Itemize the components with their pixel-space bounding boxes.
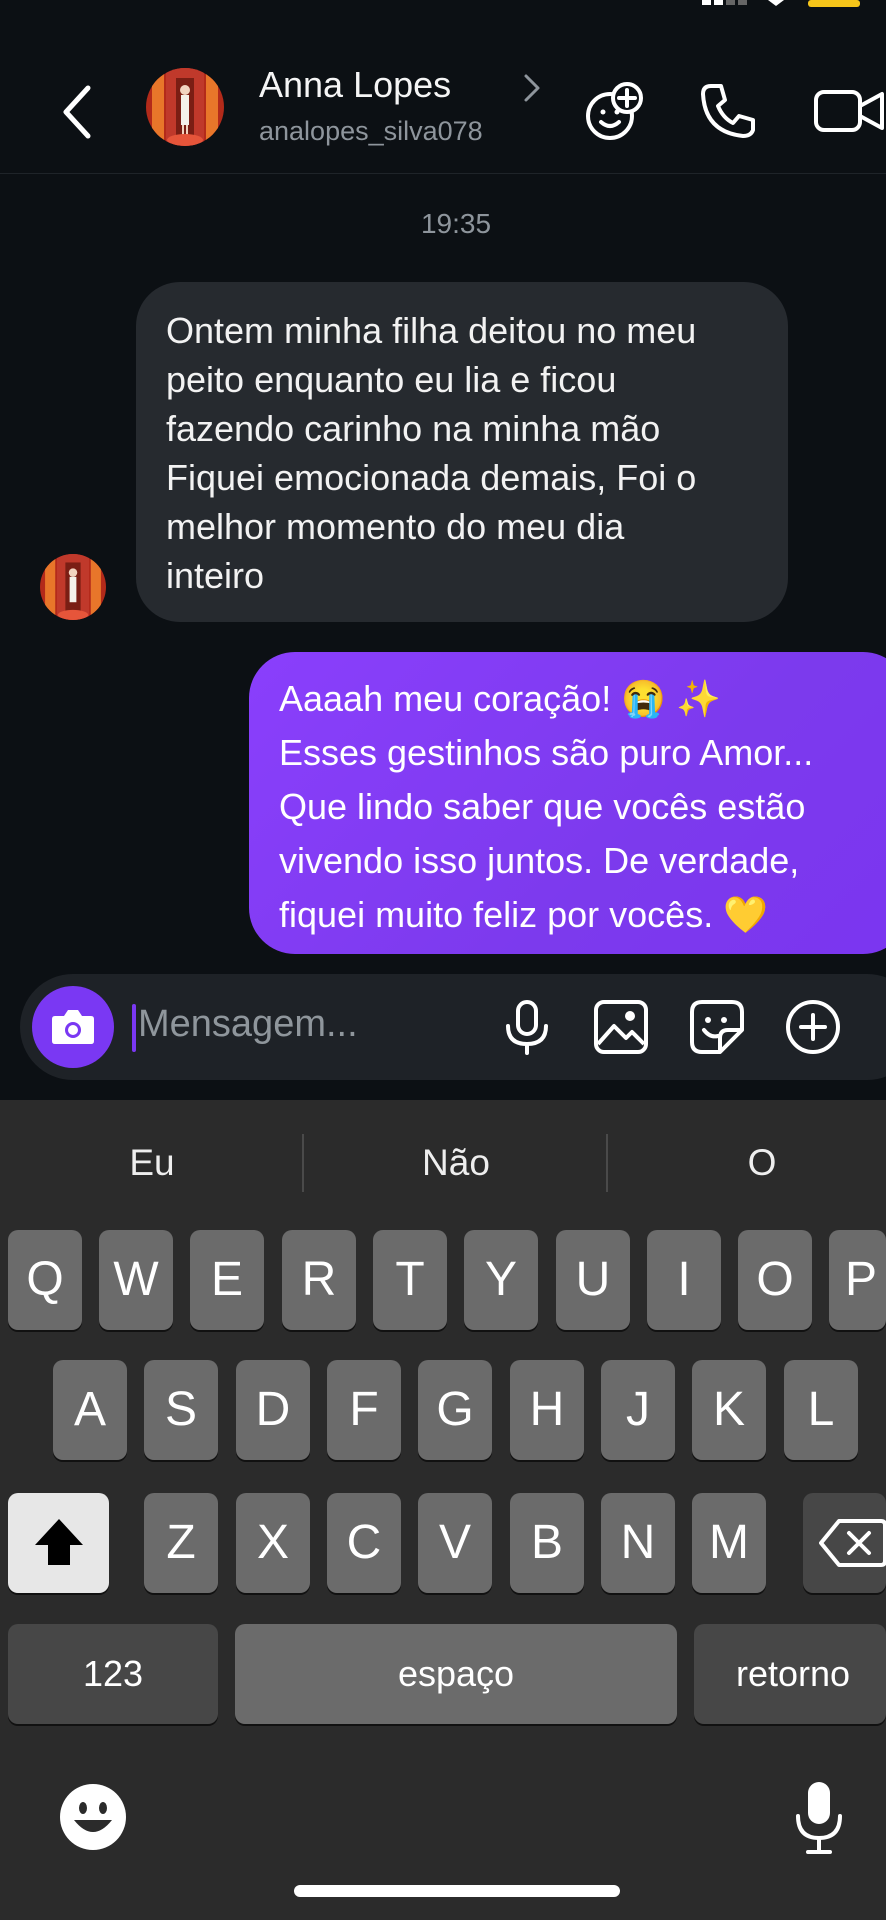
outgoing-message-bubble[interactable]: Aaaah meu coração! 😭 ✨ Esses gestinhos s… — [249, 652, 886, 954]
status-icons — [702, 0, 860, 7]
key-x[interactable]: X — [236, 1493, 310, 1593]
key-f[interactable]: F — [327, 1360, 401, 1460]
camera-button[interactable] — [32, 986, 114, 1068]
profile-photo — [146, 68, 224, 146]
suggestion-divider — [606, 1134, 608, 1192]
key-b[interactable]: B — [510, 1493, 584, 1593]
shift-key[interactable] — [8, 1493, 109, 1593]
home-indicator[interactable] — [294, 1885, 620, 1897]
more-options-button[interactable] — [784, 998, 842, 1056]
key-j[interactable]: J — [601, 1360, 675, 1460]
dictation-button[interactable] — [790, 1780, 848, 1856]
video-call-button[interactable] — [810, 76, 886, 146]
message-line: melhor momento do meu dia — [166, 506, 625, 547]
backspace-icon — [819, 1519, 886, 1567]
key-v[interactable]: V — [418, 1493, 492, 1593]
voice-call-button[interactable] — [693, 76, 763, 146]
message-line: Fiquei emocionada demais, Foi o — [166, 457, 697, 498]
text-caret — [132, 1004, 136, 1052]
key-o[interactable]: O — [738, 1230, 812, 1330]
space-key[interactable]: espaço — [235, 1624, 677, 1724]
key-q[interactable]: Q — [8, 1230, 82, 1330]
camera-icon — [52, 1010, 94, 1044]
key-a[interactable]: A — [53, 1360, 127, 1460]
message-composer: Mensagem... — [20, 974, 886, 1080]
profile-chevron[interactable] — [520, 70, 544, 106]
face-plus-icon — [586, 82, 643, 140]
sticker-button[interactable] — [688, 998, 746, 1056]
microphone-icon — [796, 1782, 842, 1854]
key-m[interactable]: M — [692, 1493, 766, 1593]
status-bar — [0, 0, 886, 20]
image-icon — [594, 1000, 648, 1054]
chevron-right-icon — [524, 74, 540, 102]
key-r[interactable]: R — [282, 1230, 356, 1330]
key-u[interactable]: U — [556, 1230, 630, 1330]
key-s[interactable]: S — [144, 1360, 218, 1460]
keyboard: Eu Não O Q W E R T Y U I O P A S D F G H… — [0, 1100, 886, 1920]
numbers-key[interactable]: 123 — [8, 1624, 218, 1724]
message-line: fazendo carinho na minha mão — [166, 408, 661, 449]
message-input[interactable]: Mensagem... — [138, 1003, 358, 1046]
key-d[interactable]: D — [236, 1360, 310, 1460]
shift-arrow-icon — [34, 1519, 83, 1565]
chat-header: Anna Lopes analopes_silva078 — [0, 20, 886, 174]
add-sticker-effect-button[interactable] — [580, 76, 650, 146]
key-h[interactable]: H — [510, 1360, 584, 1460]
sticker-icon — [690, 1000, 744, 1054]
suggestion-2[interactable]: Não — [306, 1142, 606, 1184]
voice-message-button[interactable] — [498, 998, 556, 1056]
key-i[interactable]: I — [647, 1230, 721, 1330]
key-z[interactable]: Z — [144, 1493, 218, 1593]
backspace-key[interactable] — [803, 1493, 886, 1593]
message-line: Esses gestinhos são puro Amor... — [279, 732, 814, 773]
key-p[interactable]: P — [829, 1230, 886, 1330]
sender-avatar[interactable] — [40, 554, 106, 620]
plus-circle-icon — [786, 1000, 840, 1054]
key-g[interactable]: G — [418, 1360, 492, 1460]
gallery-button[interactable] — [592, 998, 650, 1056]
back-button[interactable] — [58, 82, 98, 142]
phone-icon — [701, 84, 755, 138]
key-y[interactable]: Y — [464, 1230, 538, 1330]
return-key[interactable]: retorno — [694, 1624, 886, 1724]
chevron-left-icon — [63, 85, 91, 139]
key-e[interactable]: E — [190, 1230, 264, 1330]
emoji-button[interactable] — [58, 1782, 128, 1852]
video-camera-icon — [814, 90, 884, 132]
message-line: inteiro — [166, 555, 265, 596]
message-line: fiquei muito feliz por vocês. 💛 — [279, 894, 769, 935]
message-line: Que lindo saber que vocês estão — [279, 786, 806, 827]
incoming-message-bubble[interactable]: Ontem minha filha deitou no meu peito en… — [136, 282, 788, 622]
emoji-icon — [60, 1784, 126, 1850]
message-line: Aaaah meu coração! 😭 ✨ — [279, 678, 721, 719]
key-w[interactable]: W — [99, 1230, 173, 1330]
message-line: Ontem minha filha deitou no meu — [166, 310, 697, 351]
key-l[interactable]: L — [784, 1360, 858, 1460]
suggestion-3[interactable]: O — [612, 1142, 886, 1184]
suggestion-divider — [302, 1134, 304, 1192]
message-line: vivendo isso juntos. De verdade, — [279, 840, 800, 881]
microphone-icon — [506, 1000, 548, 1055]
message-timestamp: 19:35 — [420, 208, 492, 239]
key-t[interactable]: T — [373, 1230, 447, 1330]
avatar[interactable] — [146, 68, 224, 146]
suggestion-1[interactable]: Eu — [2, 1142, 302, 1184]
contact-handle[interactable]: analopes_silva078 — [259, 116, 483, 147]
key-n[interactable]: N — [601, 1493, 675, 1593]
contact-name[interactable]: Anna Lopes — [259, 64, 451, 106]
profile-photo — [40, 554, 106, 620]
message-line: peito enquanto eu lia e ficou — [166, 359, 617, 400]
key-k[interactable]: K — [692, 1360, 766, 1460]
key-c[interactable]: C — [327, 1493, 401, 1593]
